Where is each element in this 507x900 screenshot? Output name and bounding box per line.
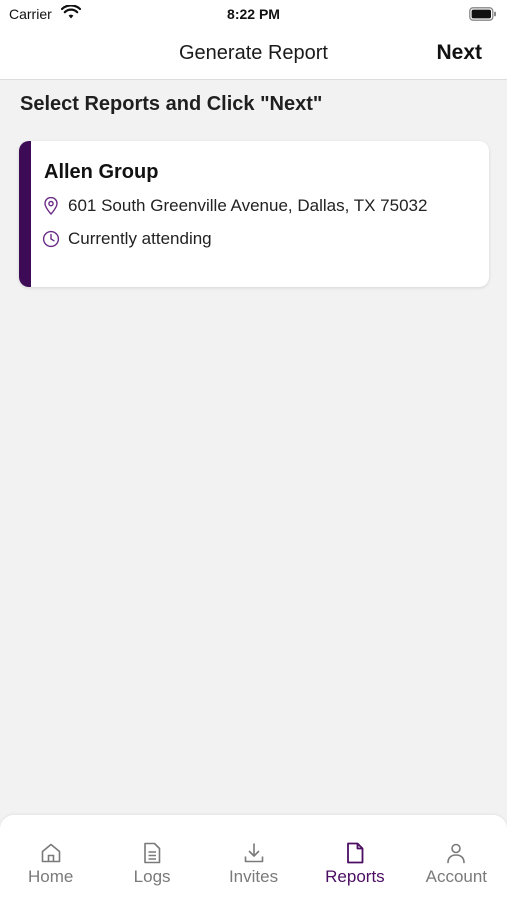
file-icon [304,841,405,865]
status-bar: Carrier 8:22 PM [0,0,507,30]
report-address: 601 South Greenville Avenue, Dallas, TX … [68,196,428,215]
status-row: Currently attending [41,229,212,249]
clock-icon [41,229,61,249]
home-icon [0,841,101,865]
tab-logs[interactable]: Logs [101,815,202,900]
tab-bar: Home Logs Invites Reports Account [0,815,507,900]
instruction-heading: Select Reports and Click "Next" [20,93,323,115]
tab-invites[interactable]: Invites [203,815,304,900]
tab-home[interactable]: Home [0,815,101,900]
navigation-bar: Generate Report Next [0,30,507,80]
address-row: 601 South Greenville Avenue, Dallas, TX … [41,196,427,216]
tab-invites-label: Invites [228,867,279,886]
person-icon [406,841,507,865]
report-card[interactable]: Allen Group 601 South Greenville Avenue,… [19,141,489,287]
page-title: Generate Report [179,42,328,64]
tab-account[interactable]: Account [406,815,507,900]
tab-account-label: Account [425,867,488,886]
download-icon [203,841,304,865]
status-time: 8:22 PM [227,6,280,22]
tab-reports-label: Reports [325,867,385,886]
document-lines-icon [101,841,202,865]
card-accent-bar [19,141,31,287]
report-name: Allen Group [44,161,159,183]
report-status: Currently attending [68,229,212,248]
battery-icon [469,7,497,26]
tab-logs-label: Logs [133,867,171,886]
tab-reports[interactable]: Reports [304,815,405,900]
next-button[interactable]: Next [436,41,482,65]
tab-home-label: Home [28,867,74,886]
location-pin-icon [41,196,61,216]
